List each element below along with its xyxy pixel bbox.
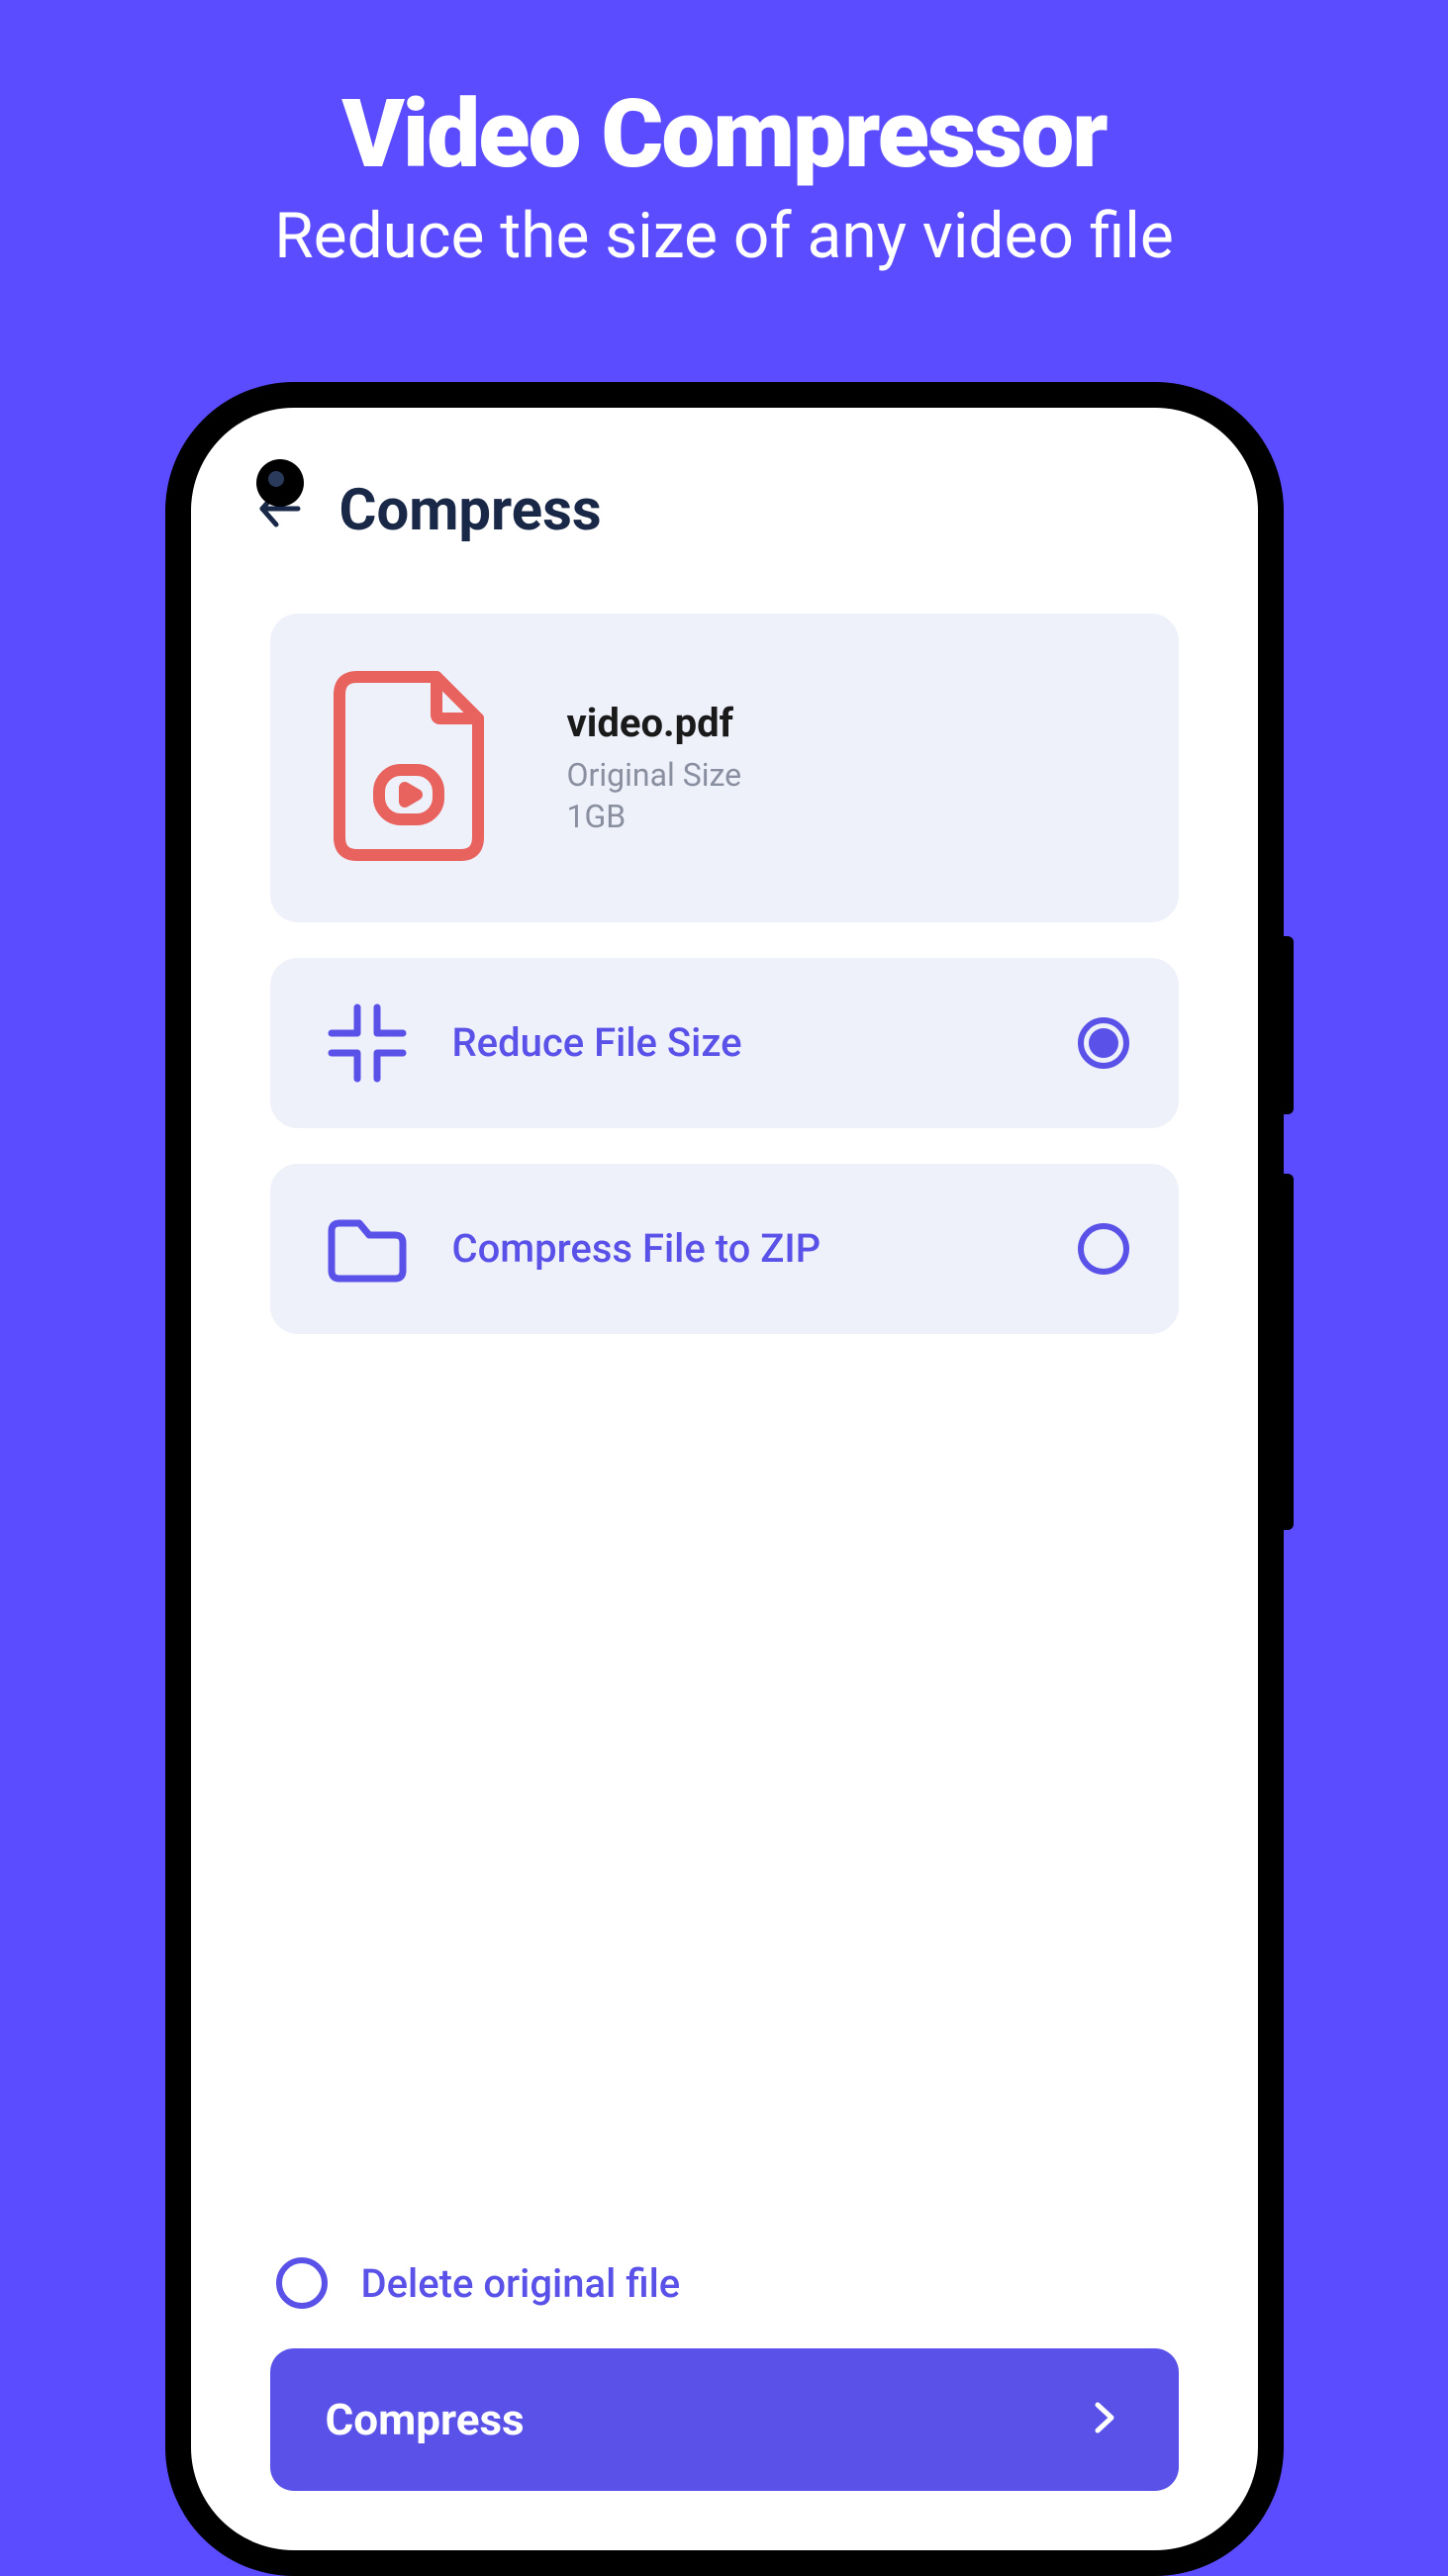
collapse-icon xyxy=(322,998,413,1089)
phone-frame: Compress video.pdf Original Size 1GB xyxy=(165,382,1284,2576)
file-size-label: Original Size xyxy=(567,756,742,794)
option-label: Compress File to ZIP xyxy=(452,1225,1078,1272)
phone-side-button xyxy=(1284,936,1294,1114)
phone-screen: Compress video.pdf Original Size 1GB xyxy=(191,408,1258,2550)
folder-icon xyxy=(322,1203,413,1294)
radio-button[interactable] xyxy=(1078,1017,1129,1069)
chevron-right-icon xyxy=(1086,2399,1123,2440)
app-header: Compress xyxy=(250,477,1208,544)
video-file-icon xyxy=(320,667,488,869)
delete-original-checkbox[interactable]: Delete original file xyxy=(276,2257,1208,2309)
file-card: video.pdf Original Size 1GB xyxy=(270,614,1179,922)
checkbox-circle-icon xyxy=(276,2257,328,2309)
radio-button[interactable] xyxy=(1078,1223,1129,1275)
compress-button-label: Compress xyxy=(326,2394,525,2445)
radio-selected-indicator xyxy=(1089,1028,1118,1058)
screen-title: Compress xyxy=(339,477,602,544)
file-size-value: 1GB xyxy=(567,798,742,835)
option-label: Reduce File Size xyxy=(452,1019,1078,1066)
compress-button[interactable]: Compress xyxy=(270,2348,1179,2491)
checkbox-label: Delete original file xyxy=(361,2260,681,2307)
hero-title: Video Compressor xyxy=(341,79,1106,190)
hero-subtitle: Reduce the size of any video file xyxy=(274,200,1174,273)
file-name: video.pdf xyxy=(567,700,742,746)
option-compress-zip[interactable]: Compress File to ZIP xyxy=(270,1164,1179,1334)
camera-hole xyxy=(256,459,304,507)
option-reduce-size[interactable]: Reduce File Size xyxy=(270,958,1179,1128)
phone-side-button xyxy=(1284,1174,1294,1530)
